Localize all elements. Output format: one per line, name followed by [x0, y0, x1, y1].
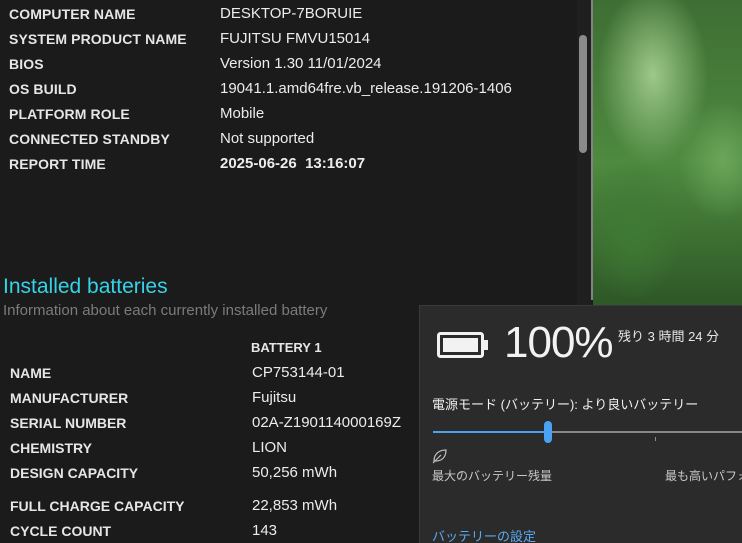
row-key: PLATFORM ROLE: [9, 106, 130, 122]
slider-label-best-performance: 最も高いパフォーマ: [665, 469, 742, 483]
row-value: 50,256 mWh: [252, 464, 338, 481]
battery-column-header: BATTERY 1: [251, 340, 322, 355]
row-key: REPORT TIME: [9, 156, 106, 172]
row-key: MANUFACTURER: [10, 390, 129, 406]
row-value: Fujitsu: [252, 389, 297, 406]
slider-label-best-battery: 最大のバッテリー残量: [432, 469, 553, 483]
row-key: DESIGN CAPACITY: [10, 465, 139, 481]
leaf-icon: [432, 449, 447, 464]
row-value: 02A-Z190114000169Z: [252, 414, 402, 431]
row-value: 22,853 mWh: [252, 497, 338, 514]
row-key: COMPUTER NAME: [9, 6, 136, 22]
row-value: LION: [252, 439, 288, 456]
battery-settings-link[interactable]: バッテリーの設定: [432, 526, 536, 543]
row-value: DESKTOP-7BORUIE: [220, 5, 363, 22]
row-key: NAME: [10, 365, 52, 381]
battery-level-fill: [443, 338, 478, 352]
row-value: Mobile: [220, 105, 265, 122]
row-value: 2025-06-26 13:16:07: [220, 155, 366, 172]
row-key: CYCLE COUNT: [10, 523, 112, 539]
battery-percent: 100%: [504, 318, 614, 367]
row-value: FUJITSU FMVU15014: [220, 30, 371, 47]
row-key: SERIAL NUMBER: [10, 415, 127, 431]
row-key: SYSTEM PRODUCT NAME: [9, 31, 187, 47]
row-value: 19041.1.amd64fre.vb_release.191206-1406: [220, 80, 512, 97]
power-mode-label: 電源モード (バッテリー): より良いバッテリー: [432, 397, 699, 412]
power-mode-slider-thumb[interactable]: [544, 421, 553, 443]
row-value: Not supported: [220, 130, 315, 147]
row-value: Version 1.30 11/01/2024: [220, 55, 382, 72]
row-value: CP753144-01: [252, 364, 345, 381]
time-remaining: 残り 3 時間 24 分: [618, 329, 720, 344]
row-key: OS BUILD: [9, 81, 77, 97]
row-key: CONNECTED STANDBY: [9, 131, 170, 147]
row-key: FULL CHARGE CAPACITY: [10, 498, 185, 514]
row-key: CHEMISTRY: [10, 440, 92, 456]
installed-batteries-subtitle: Information about each currently install…: [3, 302, 328, 319]
power-mode-slider-fill: [433, 431, 549, 433]
battery-flyout: 100% 残り 3 時間 24 分 電源モード (バッテリー): より良いバッテ…: [419, 305, 742, 543]
row-key: BIOS: [9, 56, 44, 72]
installed-batteries-heading: Installed batteries: [3, 275, 168, 298]
slider-tick: [655, 437, 656, 441]
battery-icon: [437, 332, 488, 358]
row-value: 143: [252, 522, 278, 539]
scrollbar-thumb[interactable]: [579, 35, 587, 153]
